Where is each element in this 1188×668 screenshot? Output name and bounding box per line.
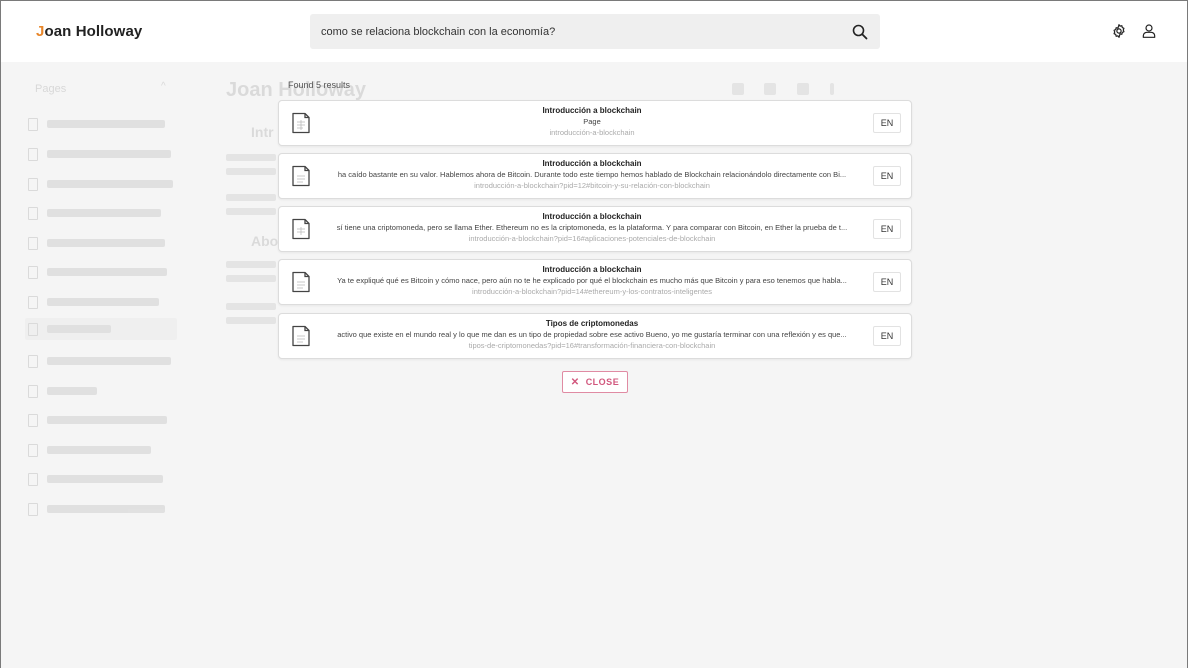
result-title: Tipos de criptomonedas <box>545 319 639 328</box>
user-account-button[interactable] <box>1140 22 1158 40</box>
sidebar-item <box>28 117 165 131</box>
result-snippet: Page <box>583 117 601 126</box>
sidebar-item <box>28 147 171 161</box>
document-icon <box>28 322 38 336</box>
result-title: Introducción a blockchain <box>542 265 642 274</box>
results-count: Found 5 results <box>288 80 351 90</box>
search-bar <box>310 14 880 49</box>
sidebar-item <box>28 472 163 486</box>
document-icon <box>28 413 38 427</box>
sidebar-item <box>28 413 167 427</box>
close-label: CLOSE <box>585 377 620 387</box>
search-result-item[interactable]: Introducción a blockchain Ya te expliqué… <box>278 259 912 305</box>
result-slug: introducción-a-blockchain <box>549 128 635 137</box>
result-snippet: activo que existe en el mundo real y lo … <box>337 330 847 339</box>
sidebar-title: Pages <box>35 83 67 95</box>
close-icon: ✕ <box>570 376 580 388</box>
result-snippet: sí tiene una criptomoneda, pero se llama… <box>336 223 848 232</box>
result-title: Introducción a blockchain <box>542 212 642 221</box>
paragraph-document-icon <box>292 271 310 293</box>
paragraph-document-icon <box>292 325 310 347</box>
search-result-item[interactable]: Tipos de criptomonedas activo que existe… <box>278 313 912 359</box>
section-heading: Intr <box>251 124 274 140</box>
document-icon <box>28 502 38 516</box>
save-icon <box>764 83 776 95</box>
result-slug: introducción-a-blockchain?pid=16#aplicac… <box>468 234 716 243</box>
share-icon <box>797 83 809 95</box>
sidebar-item <box>28 206 161 220</box>
edit-icon <box>732 83 744 95</box>
document-icon <box>28 147 38 161</box>
paragraph-document-icon <box>292 218 310 240</box>
sidebar-item <box>28 295 159 309</box>
paragraph-document-icon <box>292 165 310 187</box>
top-header: Joan Holloway <box>1 1 1187 62</box>
page-document-icon <box>292 112 310 134</box>
document-icon <box>28 177 38 191</box>
document-icon <box>28 295 38 309</box>
settings-gear-icon <box>1113 24 1125 38</box>
sidebar-item <box>28 354 171 368</box>
sidebar-item-active <box>25 318 177 340</box>
document-icon <box>28 354 38 368</box>
document-icon <box>28 472 38 486</box>
document-icon <box>28 117 38 131</box>
result-snippet: Ya te expliqué qué es Bitcoin y cómo nac… <box>337 276 847 285</box>
chevron-up-icon: ^ <box>161 81 166 92</box>
result-slug: introducción-a-blockchain?pid=12#bitcoin… <box>474 181 710 190</box>
search-input[interactable] <box>310 14 840 49</box>
result-title: Introducción a blockchain <box>542 106 642 115</box>
search-result-item[interactable]: Introducción a blockchain sí tiene una c… <box>278 206 912 252</box>
document-icon <box>28 236 38 250</box>
sidebar-item <box>28 265 167 279</box>
user-account-icon <box>1142 24 1156 38</box>
section-heading: Abo <box>251 233 279 249</box>
sidebar-item <box>28 236 165 250</box>
search-button[interactable] <box>840 14 880 49</box>
search-result-item[interactable]: Introducción a blockchain ha caído basta… <box>278 153 912 199</box>
result-slug: introducción-a-blockchain?pid=14#ethereu… <box>472 287 712 296</box>
sidebar-item <box>28 177 173 191</box>
sidebar-item <box>28 384 97 398</box>
brand-logo[interactable]: Joan Holloway <box>36 23 142 40</box>
language-badge[interactable]: EN <box>873 272 901 292</box>
more-options-icon <box>830 83 834 95</box>
sidebar-item <box>28 443 151 457</box>
language-badge[interactable]: EN <box>873 326 901 346</box>
language-badge[interactable]: EN <box>873 219 901 239</box>
document-icon <box>28 443 38 457</box>
sidebar-item <box>28 502 165 516</box>
search-result-item[interactable]: Introducción a blockchain Page introducc… <box>278 100 912 146</box>
brand-name: oan Holloway <box>44 23 143 40</box>
result-snippet: ha caído bastante en su valor. Hablemos … <box>337 170 847 179</box>
result-slug: tipos-de-criptomonedas?pid=16#transforma… <box>468 341 716 350</box>
language-badge[interactable]: EN <box>873 166 901 186</box>
language-badge[interactable]: EN <box>873 113 901 133</box>
document-icon <box>28 206 38 220</box>
result-title: Introducción a blockchain <box>542 159 642 168</box>
document-icon <box>28 265 38 279</box>
settings-button[interactable] <box>1110 22 1128 40</box>
search-icon <box>852 24 868 39</box>
close-results-button[interactable]: ✕ CLOSE <box>562 371 628 393</box>
document-icon <box>28 384 38 398</box>
